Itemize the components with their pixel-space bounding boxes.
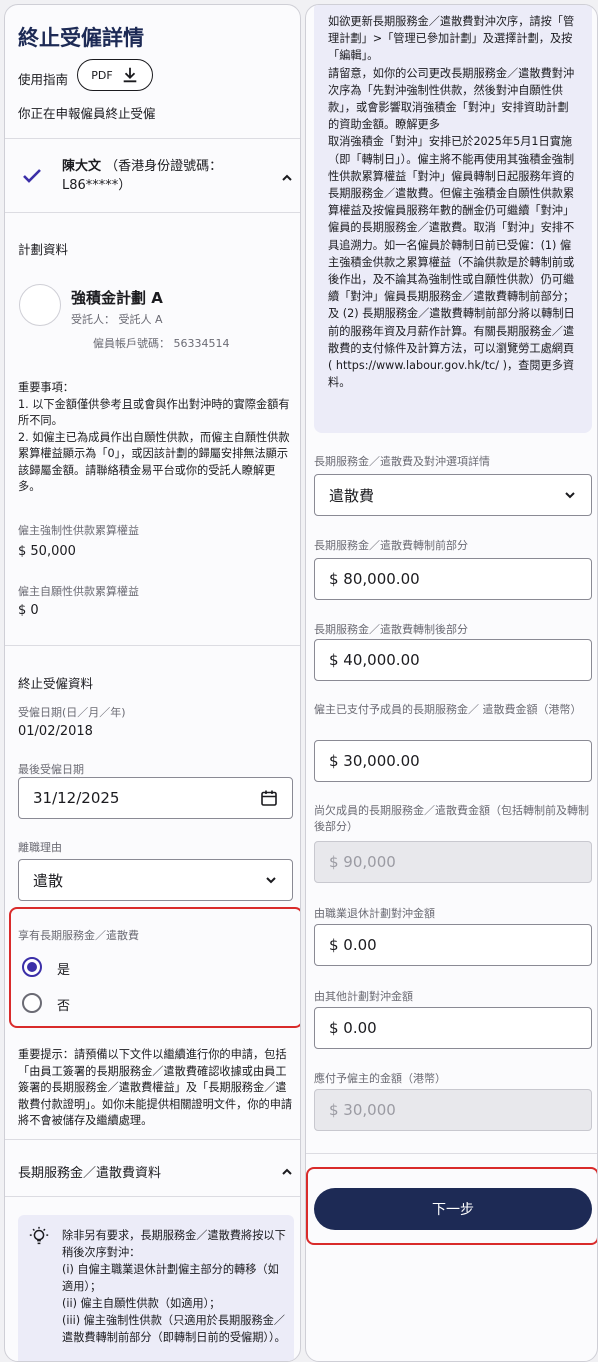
voluntary-label: 僱主自願性供款累算權益 (18, 585, 139, 598)
paid-input[interactable]: $ 30,000.00 (314, 740, 592, 782)
highlight-box (9, 907, 300, 1028)
check-icon (23, 169, 41, 183)
info-line-2: (ii) 僱主自願性供款（如適用）； (62, 1297, 221, 1310)
pre-label: 長期服務金／遣散費轉制前部分 (314, 539, 468, 552)
radio-yes-label: 是 (57, 963, 71, 978)
paid-label: 僱主已支付予成員的長期服務金／ 遣散費金額（港幣） (314, 703, 582, 716)
note-2: 2. 如僱主已為成員作出自願性供款，而僱主自願性供款累算權益顯示為「0」，或因該… (18, 430, 290, 494)
download-icon (123, 67, 137, 83)
other-label: 由其他計劃對沖金額 (314, 990, 413, 1003)
owed-input: $ 90,000 (314, 841, 592, 883)
payable-input: $ 30,000 (314, 1089, 592, 1131)
lightbulb-icon (29, 1226, 49, 1245)
pre-input[interactable]: $ 80,000.00 (314, 558, 592, 600)
calendar-icon[interactable] (260, 789, 278, 807)
post-label: 長期服務金／遣散費轉制後部分 (314, 623, 468, 636)
other-input[interactable]: $ 0.00 (314, 1007, 592, 1049)
other-value: $ 0.00 (329, 1019, 377, 1037)
note-1: 1. 以下金額僅供參考且或會與作出對沖時的實際金額有所不同。 (18, 397, 290, 428)
info-line-0: 除非另有要求，長期服務金／遣散費將按以下稍後次序對沖： (62, 1229, 286, 1259)
radio-no-label: 否 (57, 999, 71, 1014)
mandatory-value: $ 50,000 (18, 544, 76, 559)
chevron-up-icon[interactable] (280, 171, 294, 185)
radio-yes[interactable] (22, 957, 42, 977)
termination-section-label: 終止受僱資料 (18, 676, 94, 691)
option-label: 長期服務金／遣散費及對沖選項詳情 (314, 455, 490, 468)
pdf-download-button[interactable]: PDF (77, 59, 153, 91)
mandatory-label: 僱主強制性供款累算權益 (18, 524, 139, 537)
employee-name: 陳大文 (62, 159, 102, 174)
last-date-label: 最後受僱日期 (18, 763, 84, 776)
owed-value: $ 90,000 (329, 853, 396, 871)
plan-name: 強積金計劃 A (71, 289, 163, 307)
chevron-down-icon (266, 877, 276, 884)
payable-value: $ 30,000 (329, 1101, 396, 1119)
plan-avatar (19, 284, 61, 326)
last-date-value: 31/12/2025 (33, 789, 120, 807)
radio-no[interactable] (22, 993, 42, 1013)
guide-label: 使用指南 (18, 72, 69, 87)
plan-section-label: 計劃資料 (18, 242, 69, 257)
owed-label: 尚欠成員的長期服務金／遣散費金額（包括轉制前及轉制後部分） (314, 804, 589, 833)
payable-label: 應付予僱主的金額（港幣） (314, 1072, 446, 1085)
next-button[interactable]: 下一步 (314, 1188, 592, 1230)
info-box: 除非另有要求，長期服務金／遣散費將按以下稍後次序對沖： (i) 自僱主職業退休計… (18, 1215, 294, 1361)
info-line-3: (iii) 僱主強制性供款（只適用於長期服務金／遣散費轉制前部分（即轉制日前的受… (62, 1314, 286, 1344)
orso-input[interactable]: $ 0.00 (314, 924, 592, 966)
left-panel: 終止受僱詳情 使用指南 PDF 你正在申報僱員終止受僱 陳大文 （香港身份證號碼… (4, 4, 301, 1362)
chevron-down-icon (565, 492, 575, 499)
post-value: $ 40,000.00 (329, 651, 420, 669)
option-value: 遣散費 (329, 486, 375, 505)
chevron-up-icon[interactable] (280, 1165, 294, 1179)
reason-select[interactable]: 遣散 (18, 859, 293, 901)
option-select[interactable]: 遣散費 (314, 474, 592, 516)
employee-summary[interactable]: 陳大文 （香港身份證號碼： L86*****） (62, 157, 272, 195)
post-input[interactable]: $ 40,000.00 (314, 639, 592, 681)
right-panel: 如欲更新長期服務金／遣散費對沖次序，請按「管理計劃」>「管理已參加計劃」及選擇計… (305, 4, 598, 1362)
employment-date-label: 受僱日期(日／月／年) (18, 706, 126, 719)
last-date-field[interactable]: 31/12/2025 (18, 777, 293, 819)
reminder-text: 重要提示：請預備以下文件以繼續進行你的申請，包括「由員工簽署的長期服務金／遣散費… (18, 1048, 293, 1127)
paid-value: $ 30,000.00 (329, 752, 420, 770)
pre-value: $ 80,000.00 (329, 570, 420, 588)
reason-label: 離職理由 (18, 841, 62, 854)
reason-value: 遣散 (33, 871, 64, 890)
declaring-text: 你正在申報僱員終止受僱 (18, 106, 156, 121)
pdf-label: PDF (91, 68, 113, 82)
page-title: 終止受僱詳情 (18, 26, 144, 50)
orso-label: 由職業退休計劃對沖金額 (314, 907, 435, 920)
info-line-1: (i) 自僱主職業退休計劃僱主部分的轉移（如適用）； (62, 1263, 279, 1293)
note-title: 重要事項： (18, 381, 74, 394)
entitled-label: 享有長期服務金／遣散費 (18, 929, 139, 942)
trustee-text: 受託人： 受託人 A (71, 313, 163, 326)
important-notes: 重要事項： 1. 以下金額僅供參考且或會與作出對沖時的實際金額有所不同。 2. … (18, 380, 296, 496)
orso-value: $ 0.00 (329, 936, 377, 954)
employment-date-value: 01/02/2018 (18, 724, 93, 739)
lsp-section-label: 長期服務金／遣散費資料 (18, 1166, 162, 1181)
member-account: 僱員帳戶號碼： 56334514 (93, 337, 230, 350)
voluntary-value: $ 0 (18, 603, 39, 618)
notice-text: 如欲更新長期服務金／遣散費對沖次序，請按「管理計劃」>「管理已參加計劃」及選擇計… (328, 15, 575, 390)
